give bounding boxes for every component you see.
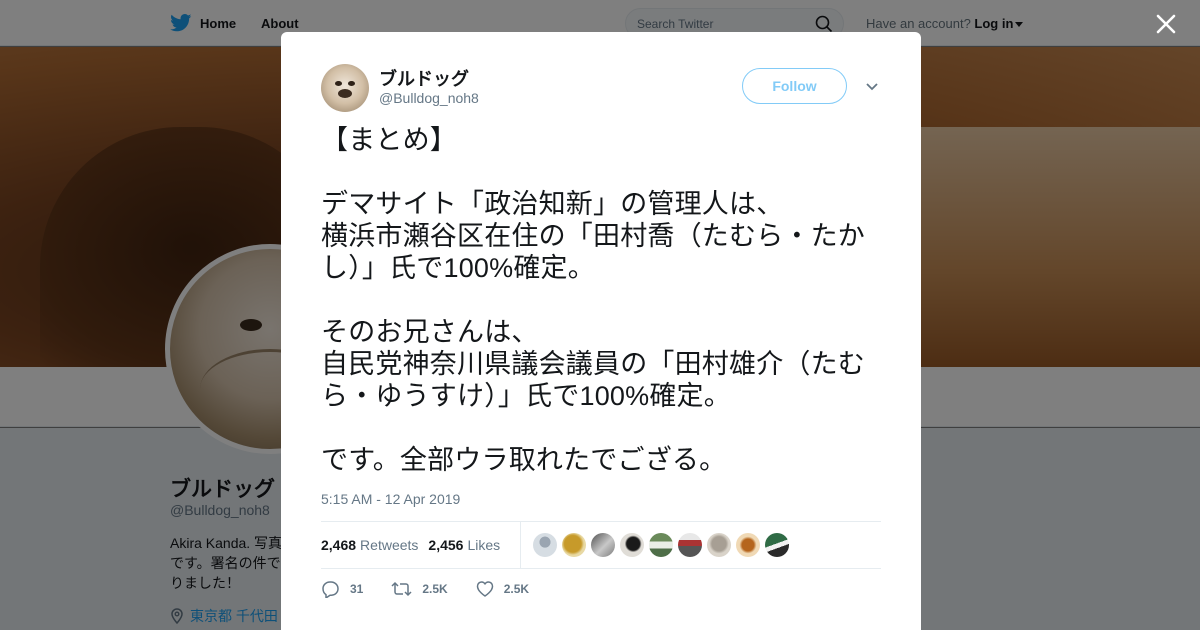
tweet-actions: 31 2.5K 2.5K bbox=[321, 580, 557, 598]
close-icon[interactable] bbox=[1152, 10, 1180, 38]
retweet-icon bbox=[391, 581, 412, 597]
liker-avatar[interactable] bbox=[736, 533, 761, 557]
like-button[interactable]: 2.5K bbox=[476, 581, 529, 597]
tweet-author-name[interactable]: ブルドッグ bbox=[379, 65, 469, 91]
avatar[interactable] bbox=[321, 64, 369, 112]
retweets-count[interactable]: 2,468 bbox=[321, 537, 356, 553]
liker-avatar[interactable] bbox=[620, 533, 645, 557]
liker-avatar[interactable] bbox=[678, 533, 703, 557]
liker-avatar[interactable] bbox=[765, 533, 790, 557]
tweet-modal: ブルドッグ @Bulldog_noh8 Follow 【まとめ】 デマサイト「政… bbox=[281, 32, 921, 630]
chevron-down-icon[interactable] bbox=[865, 82, 879, 92]
like-count: 2.5K bbox=[503, 582, 530, 596]
retweet-count: 2.5K bbox=[422, 582, 448, 596]
reply-button[interactable]: 31 bbox=[321, 580, 363, 598]
liker-avatar[interactable] bbox=[649, 533, 674, 557]
reply-icon bbox=[322, 581, 339, 598]
retweet-button[interactable]: 2.5K bbox=[391, 581, 448, 597]
avatar-eye-right bbox=[348, 81, 355, 86]
tweet-timestamp[interactable]: 5:15 AM - 12 Apr 2019 bbox=[321, 491, 460, 507]
liker-avatars bbox=[533, 533, 790, 557]
reply-count: 31 bbox=[350, 582, 364, 596]
avatar-eye-left bbox=[335, 81, 342, 86]
retweets-label[interactable]: Retweets bbox=[360, 537, 418, 553]
tweet-author-handle[interactable]: @Bulldog_noh8 bbox=[379, 90, 479, 106]
follow-button[interactable]: Follow bbox=[742, 68, 847, 104]
liker-avatar[interactable] bbox=[533, 533, 558, 557]
tweet-text: 【まとめ】 デマサイト「政治知新」の管理人は、 横浜市瀬谷区在住の「田村喬（たむ… bbox=[321, 125, 865, 475]
tweet-stats: 2,468 Retweets 2,456 Likes bbox=[321, 521, 881, 569]
avatar-nose bbox=[338, 89, 352, 98]
liker-avatar[interactable] bbox=[591, 533, 616, 557]
heart-icon bbox=[476, 581, 493, 597]
stat-group: 2,468 Retweets 2,456 Likes bbox=[321, 522, 522, 568]
likes-label[interactable]: Likes bbox=[467, 537, 500, 553]
likes-count[interactable]: 2,456 bbox=[428, 537, 463, 553]
liker-avatar[interactable] bbox=[562, 533, 587, 557]
liker-avatar[interactable] bbox=[707, 533, 732, 557]
